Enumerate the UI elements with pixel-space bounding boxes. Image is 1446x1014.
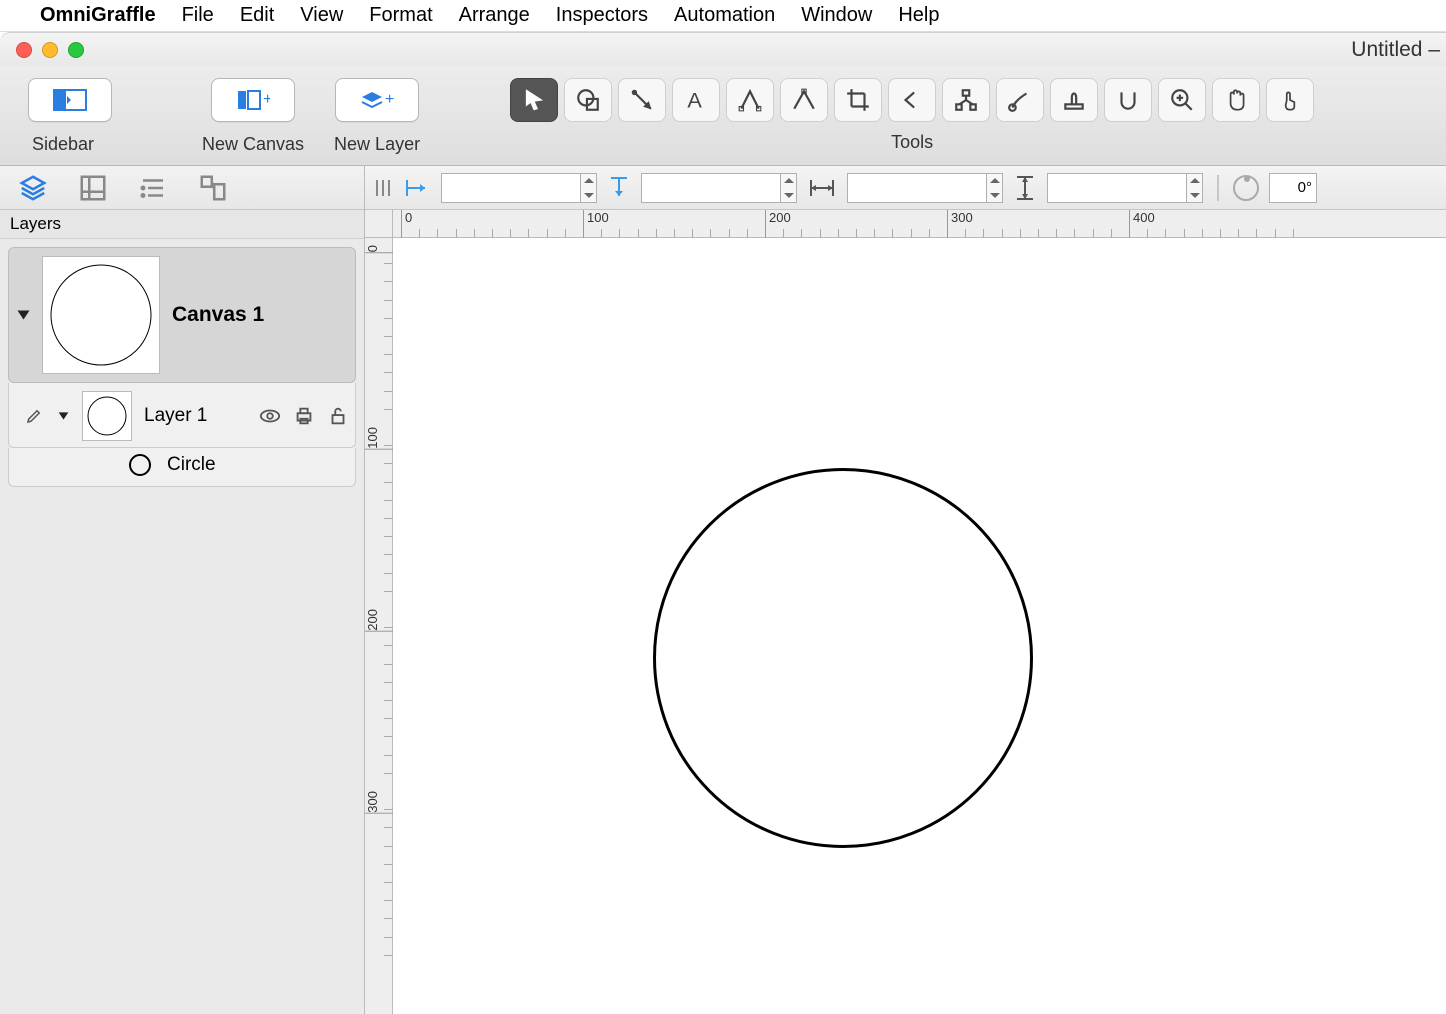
menu-file[interactable]: File (182, 4, 214, 27)
menu-edit[interactable]: Edit (240, 4, 274, 27)
menu-window[interactable]: Window (801, 4, 872, 27)
canvas-add-icon: + (236, 86, 270, 114)
canvas-viewport: 0100200300400 0100200300 (365, 210, 1446, 1014)
style-brush-tool[interactable] (996, 78, 1044, 122)
main-toolbar: Sidebar + New Canvas + New Layer A (0, 66, 1446, 166)
line-tool[interactable] (618, 78, 666, 122)
window-title: Untitled – (1351, 38, 1440, 62)
geometry-options-bar: 0° (365, 166, 1446, 210)
new-canvas-label: New Canvas (202, 134, 304, 155)
menu-view[interactable]: View (300, 4, 343, 27)
horizontal-ruler[interactable]: 0100200300400 (393, 210, 1446, 238)
window-close-button[interactable] (16, 42, 32, 58)
pencil-icon[interactable] (25, 407, 43, 425)
shape-tool[interactable] (564, 78, 612, 122)
rotation-dial[interactable] (1233, 175, 1259, 201)
canvas-name-label[interactable]: Canvas 1 (172, 303, 264, 327)
lock-icon[interactable] (327, 405, 349, 427)
x-position-field[interactable] (441, 173, 581, 203)
new-layer-button[interactable]: + (335, 78, 419, 122)
tools-strip: A (510, 78, 1314, 122)
layer-add-icon: + (360, 86, 394, 114)
tools-label: Tools (891, 132, 933, 153)
print-icon[interactable] (293, 405, 315, 427)
circle-shape[interactable] (653, 468, 1033, 848)
guides-icon (78, 173, 108, 203)
sidebar-tabs (0, 166, 364, 210)
distribute-icon[interactable] (373, 176, 393, 200)
height-stepper[interactable] (1187, 173, 1203, 203)
diagram-tool[interactable] (942, 78, 990, 122)
selection-panel-icon (198, 173, 228, 203)
x-position-stepper[interactable] (581, 173, 597, 203)
y-position-icon (607, 174, 631, 202)
y-position-stepper[interactable] (781, 173, 797, 203)
width-field[interactable] (847, 173, 987, 203)
sidebar-tab-selection[interactable] (198, 173, 228, 203)
back-tool[interactable] (888, 78, 936, 122)
pen-tool[interactable] (726, 78, 774, 122)
zoom-tool[interactable] (1158, 78, 1206, 122)
menu-format[interactable]: Format (369, 4, 432, 27)
canvas-surface[interactable] (393, 238, 1446, 1014)
circle-shape-icon (129, 454, 151, 476)
layer-disclosure-icon[interactable] (59, 412, 69, 419)
shape-row[interactable]: Circle (8, 448, 356, 487)
text-tool[interactable]: A (672, 78, 720, 122)
left-sidebar: Layers Canvas 1 Layer 1 (0, 166, 365, 1014)
layer-name-label[interactable]: Layer 1 (144, 405, 207, 427)
window-minimize-button[interactable] (42, 42, 58, 58)
canvas-thumbnail (42, 256, 160, 374)
canvas-item[interactable]: Canvas 1 (8, 247, 356, 383)
width-icon (807, 176, 837, 200)
x-position-icon (403, 176, 431, 200)
sidebar-tab-guides[interactable] (78, 173, 108, 203)
y-position-field[interactable] (641, 173, 781, 203)
toggle-sidebar-button[interactable] (28, 78, 112, 122)
new-canvas-button[interactable]: + (211, 78, 295, 122)
menu-arrange[interactable]: Arrange (459, 4, 530, 27)
svg-text:+: + (263, 91, 270, 108)
rotation-field[interactable]: 0° (1269, 173, 1317, 203)
app-menu[interactable]: OmniGraffle (40, 4, 156, 27)
menu-inspectors[interactable]: Inspectors (556, 4, 648, 27)
hand-tool[interactable] (1212, 78, 1260, 122)
layer-row[interactable]: Layer 1 (8, 383, 356, 448)
disclosure-triangle-icon[interactable] (18, 311, 30, 320)
ruler-corner (365, 210, 393, 238)
magnet-tool[interactable] (1104, 78, 1152, 122)
height-field[interactable] (1047, 173, 1187, 203)
layers-icon (18, 173, 48, 203)
menu-help[interactable]: Help (898, 4, 939, 27)
visibility-icon[interactable] (259, 405, 281, 427)
sidebar-icon (53, 86, 87, 114)
sidebar-section-header: Layers (0, 210, 364, 239)
new-layer-label: New Layer (334, 134, 420, 155)
separator (1217, 175, 1219, 201)
menu-automation[interactable]: Automation (674, 4, 775, 27)
outline-icon (138, 173, 168, 203)
width-stepper[interactable] (987, 173, 1003, 203)
svg-text:A: A (687, 88, 702, 113)
sidebar-tab-outline[interactable] (138, 173, 168, 203)
sidebar-tab-layers[interactable] (18, 173, 48, 203)
svg-text:+: + (385, 91, 394, 108)
point-edit-tool[interactable] (780, 78, 828, 122)
shape-name-label[interactable]: Circle (167, 454, 216, 476)
window-zoom-button[interactable] (68, 42, 84, 58)
vertical-ruler[interactable]: 0100200300 (365, 238, 393, 1014)
height-icon (1013, 173, 1037, 203)
macos-menubar: OmniGraffle File Edit View Format Arrang… (0, 0, 1446, 32)
selection-tool[interactable] (510, 78, 558, 122)
layer-thumbnail (82, 391, 132, 441)
rubber-stamp-tool[interactable] (1050, 78, 1098, 122)
toggle-sidebar-label: Sidebar (32, 134, 94, 155)
crop-tool[interactable] (834, 78, 882, 122)
window-titlebar: Untitled – (0, 32, 1446, 66)
action-tool[interactable] (1266, 78, 1314, 122)
